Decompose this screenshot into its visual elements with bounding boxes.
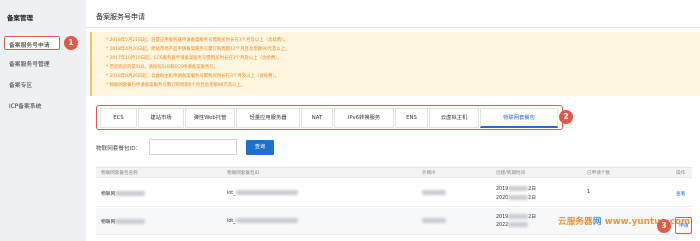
notice-line: * 物联网套餐包申请备案服务号需订购周期6个月且总金额90元及以上。 — [106, 83, 246, 88]
page-title: 备案服务号申请 — [96, 13, 145, 21]
column-header: 已申请个数 — [587, 171, 610, 176]
notice-line: * 2018年9月26日起，云虚拟主机申请备案服务号需购买时长在3个月及以上（含… — [106, 74, 280, 79]
public-ip-cell — [422, 218, 446, 224]
tab-web-hosting[interactable]: 弹性Web托管 — [185, 108, 235, 128]
search-label: 物联网套餐包ID： — [96, 146, 142, 152]
view-link[interactable]: 查看 — [676, 190, 686, 197]
table-header: 物联网套餐包名称 物联网套餐包ID 外网IP 创建/到期时间 已申请个数 操作 — [96, 167, 692, 178]
public-ip-cell — [422, 190, 446, 196]
product-tabs: ECS 建站市场 弹性Web托管 轻量应用服务器 NAT IPv6转换服务 EN… — [96, 105, 563, 130]
column-header: 物联网套餐包ID — [227, 171, 260, 176]
notice-banner: * 2018年5月21日起，轻量应用服务器申请备案服务号需购买时长在3个月及以上… — [90, 32, 700, 96]
apply-link[interactable]: 申请 — [679, 222, 689, 229]
notice-line: * 若您购买的是SLB，请按照SLB和ECS申请备案服务号。 — [106, 65, 219, 70]
package-name-cell: 物联网 — [101, 218, 146, 225]
tab-lightweight-server[interactable]: 轻量应用服务器 — [236, 108, 300, 128]
column-header: 操作 — [676, 171, 686, 176]
sidebar-title: 备案管理 — [7, 14, 33, 22]
tab-ipv6[interactable]: IPv6转换服务 — [334, 108, 394, 128]
sidebar-item-zone[interactable]: 备案专区 — [9, 80, 32, 89]
table-row: 物联网 iot_ 2019 2日 2020 2日 1 查看 — [96, 180, 692, 207]
step-marker-3: 3 — [657, 219, 671, 233]
step-marker-1: 1 — [64, 36, 78, 50]
tab-virtual-host[interactable]: 云虚拟主机 — [429, 108, 479, 128]
column-header: 创建/到期时间 — [496, 171, 526, 176]
sidebar-item-label: 备案服务号申请 — [9, 43, 50, 49]
tab-nat[interactable]: NAT — [301, 108, 333, 128]
main-content: 备案服务号申请 * 2018年5月21日起，轻量应用服务器申请备案服务号需购买时… — [86, 0, 700, 241]
sidebar-item-icp[interactable]: ICP备案系统 — [9, 101, 41, 110]
tab-site-market[interactable]: 建站市场 — [138, 108, 184, 128]
package-id-input[interactable] — [149, 139, 237, 155]
divider — [86, 27, 700, 28]
package-name-cell: 物联网 — [101, 190, 146, 197]
package-id-cell: iot_ — [227, 218, 298, 224]
step-marker-2: 2 — [559, 110, 573, 124]
notice-line: * 2017年10月10日起，ECS服务器申请备案服务号需购买时长在3个月及以上… — [106, 56, 282, 61]
console-page: 备案管理 备案服务号申请 备案服务号管理 备案专区 ICP备案系统 1 备案服务… — [0, 0, 700, 241]
expire-time-cell: 2022 — [496, 222, 529, 228]
column-header: 物联网套餐包名称 — [101, 171, 138, 176]
search-button[interactable]: 查询 — [246, 140, 274, 155]
created-time-cell: 2019 2日 — [496, 186, 537, 192]
notice-line: * 2018年4月20日起，建站市场产品申请备案服务号需订购周期12个月且总金额… — [106, 47, 290, 52]
applied-count-cell: 1 — [587, 190, 591, 195]
created-time-cell: 2019 2日 — [496, 214, 537, 220]
column-header: 外网IP — [422, 171, 436, 176]
apply-button[interactable]: 申请 — [675, 217, 692, 234]
notice-line: * 2018年5月21日起，轻量应用服务器申请备案服务号需购买时长在3个月及以上… — [106, 38, 288, 43]
sidebar-item-apply[interactable]: 备案服务号申请 — [4, 36, 60, 50]
sidebar-item-manage[interactable]: 备案服务号管理 — [9, 59, 50, 68]
expire-time-cell: 2020 2日 — [496, 195, 537, 201]
tab-ecs[interactable]: ECS — [100, 108, 137, 128]
tab-iot-package[interactable]: 物联网套餐包 — [480, 108, 558, 128]
package-id-cell: iot_ — [227, 190, 298, 196]
tab-ens[interactable]: ENS — [395, 108, 428, 128]
